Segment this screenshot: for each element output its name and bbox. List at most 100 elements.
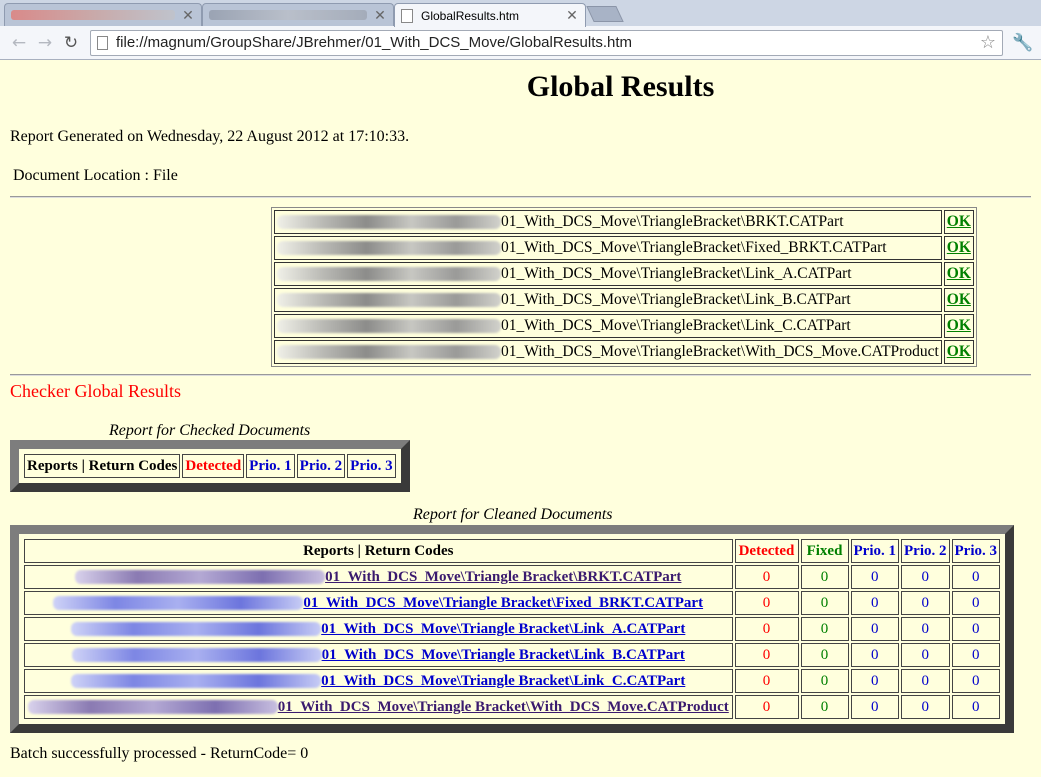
doc-path: 01_With_DCS_Move\TriangleBracket\Fixed_B… bbox=[501, 239, 887, 256]
checked-report-frame: Reports | Return Codes Detected Prio. 1 … bbox=[10, 440, 410, 492]
ok-link[interactable]: OK bbox=[947, 213, 971, 230]
reload-icon[interactable]: ↻ bbox=[58, 30, 84, 56]
table-row: 01_With_DCS_Move\TriangleBracket\With_DC… bbox=[274, 340, 974, 364]
document-location: Document Location : File bbox=[13, 167, 178, 184]
url-text[interactable]: file://magnum/GroupShare/JBrehmer/01_Wit… bbox=[116, 34, 980, 51]
ok-link[interactable]: OK bbox=[947, 343, 971, 360]
page-icon bbox=[401, 8, 413, 23]
report-link-text: 01_With_DCS_Move\Triangle Bracket\Link_B… bbox=[321, 646, 685, 663]
header-prio3: Prio. 3 bbox=[347, 454, 396, 478]
prio1-value: 0 bbox=[850, 591, 899, 615]
new-tab-button[interactable] bbox=[586, 6, 624, 22]
wrench-icon[interactable]: 🔧 bbox=[1011, 33, 1035, 53]
tab-global-results[interactable]: GlobalResults.htm ✕ bbox=[394, 3, 586, 27]
doc-link-cell: 01_With_DCS_Move\Triangle Bracket\Link_A… bbox=[24, 617, 733, 641]
close-icon[interactable]: ✕ bbox=[565, 7, 579, 24]
close-icon[interactable]: ✕ bbox=[373, 7, 387, 24]
batch-status: Batch successfully processed - ReturnCod… bbox=[10, 745, 309, 762]
doc-link-cell: 01_With_DCS_Move\Triangle Bracket\Link_B… bbox=[24, 643, 733, 667]
ok-link[interactable]: OK bbox=[947, 291, 971, 308]
report-link[interactable]: 01_With_DCS_Move\Triangle Bracket\Link_C… bbox=[71, 673, 685, 689]
divider bbox=[10, 374, 1031, 376]
prio3-value: 0 bbox=[951, 617, 1000, 641]
doc-path: 01_With_DCS_Move\TriangleBracket\Link_A.… bbox=[501, 265, 852, 282]
doc-link-cell: 01_With_DCS_Move\Triangle Bracket\Link_C… bbox=[24, 669, 733, 693]
fixed-value: 0 bbox=[800, 591, 849, 615]
doc-path: 01_With_DCS_Move\TriangleBracket\Link_C.… bbox=[501, 317, 851, 334]
tab-strip: ✕ ✕ GlobalResults.htm ✕ bbox=[0, 0, 1041, 27]
prio1-value: 0 bbox=[850, 565, 899, 589]
prio2-value: 0 bbox=[901, 643, 950, 667]
tab-1[interactable]: ✕ bbox=[4, 3, 202, 26]
page-title: Global Results bbox=[526, 70, 715, 103]
report-link[interactable]: 01_With_DCS_Move\Triangle Bracket\BRKT.C… bbox=[75, 569, 681, 585]
ok-link[interactable]: OK bbox=[947, 239, 971, 256]
table-row: 01_With_DCS_Move\Triangle Bracket\Link_B… bbox=[24, 643, 1000, 667]
status-cell: OK bbox=[943, 236, 974, 260]
doc-path: 01_With_DCS_Move\TriangleBracket\BRKT.CA… bbox=[501, 213, 844, 230]
doc-path-cell: 01_With_DCS_Move\TriangleBracket\With_DC… bbox=[274, 340, 942, 364]
doc-path-cell: 01_With_DCS_Move\TriangleBracket\BRKT.CA… bbox=[274, 210, 942, 234]
redacted-path bbox=[71, 622, 322, 637]
redacted-path bbox=[277, 319, 501, 334]
close-icon[interactable]: ✕ bbox=[181, 7, 195, 24]
checked-report-table: Reports | Return Codes Detected Prio. 1 … bbox=[22, 452, 398, 480]
generated-text: Report Generated on Wednesday, 22 August… bbox=[10, 128, 410, 145]
doc-link-cell: 01_With_DCS_Move\Triangle Bracket\With_D… bbox=[24, 695, 733, 719]
forward-arrow-icon[interactable]: → bbox=[32, 30, 58, 56]
header-prio2: Prio. 2 bbox=[296, 454, 346, 478]
redacted-path bbox=[277, 345, 501, 360]
ok-link[interactable]: OK bbox=[947, 265, 971, 282]
report-link[interactable]: 01_With_DCS_Move\Triangle Bracket\With_D… bbox=[27, 698, 729, 715]
table-row: 01_With_DCS_Move\Triangle Bracket\Link_A… bbox=[24, 617, 1000, 641]
prio2-value: 0 bbox=[901, 669, 950, 693]
checker-title: Checker Global Results bbox=[10, 381, 181, 401]
address-bar[interactable]: file://magnum/GroupShare/JBrehmer/01_Wit… bbox=[90, 29, 1003, 56]
fixed-value: 0 bbox=[800, 565, 849, 589]
report-link[interactable]: 01_With_DCS_Move\Triangle Bracket\Link_A… bbox=[71, 621, 685, 637]
prio2-value: 0 bbox=[901, 591, 950, 615]
fixed-value: 0 bbox=[800, 617, 849, 641]
cleaned-caption: Report for Cleaned Documents bbox=[413, 506, 613, 523]
detected-value: 0 bbox=[734, 643, 799, 667]
detected-value: 0 bbox=[734, 695, 799, 719]
prio3-value: 0 bbox=[951, 643, 1000, 667]
doc-path-cell: 01_With_DCS_Move\TriangleBracket\Link_A.… bbox=[274, 262, 942, 286]
table-row: 01_With_DCS_Move\Triangle Bracket\Link_C… bbox=[24, 669, 1000, 693]
redacted-path bbox=[71, 648, 322, 663]
bookmark-star-icon[interactable]: ☆ bbox=[980, 32, 996, 53]
page-icon bbox=[97, 35, 108, 50]
redacted-path bbox=[75, 570, 326, 585]
tab-2-label bbox=[209, 10, 367, 20]
ok-link[interactable]: OK bbox=[947, 317, 971, 334]
documents-table: 01_With_DCS_Move\TriangleBracket\BRKT.CA… bbox=[271, 207, 977, 367]
table-row: 01_With_DCS_Move\TriangleBracket\BRKT.CA… bbox=[274, 210, 974, 234]
detected-value: 0 bbox=[734, 591, 799, 615]
doc-link-cell: 01_With_DCS_Move\Triangle Bracket\Fixed_… bbox=[24, 591, 733, 615]
fixed-value: 0 bbox=[800, 695, 849, 719]
table-row: 01_With_DCS_Move\TriangleBracket\Link_A.… bbox=[274, 262, 974, 286]
report-link[interactable]: 01_With_DCS_Move\Triangle Bracket\Link_B… bbox=[71, 646, 685, 663]
redacted-path bbox=[277, 215, 501, 230]
prio2-value: 0 bbox=[901, 565, 950, 589]
detected-value: 0 bbox=[734, 565, 799, 589]
header-detected: Detected bbox=[734, 539, 799, 563]
doc-path-cell: 01_With_DCS_Move\TriangleBracket\Link_C.… bbox=[274, 314, 942, 338]
tab-2[interactable]: ✕ bbox=[202, 3, 394, 26]
report-link-text: 01_With_DCS_Move\Triangle Bracket\With_D… bbox=[277, 698, 729, 715]
back-arrow-icon[interactable]: ← bbox=[6, 30, 32, 56]
prio1-value: 0 bbox=[850, 695, 899, 719]
tab-1-label bbox=[11, 10, 175, 20]
table-row: 01_With_DCS_Move\TriangleBracket\Link_C.… bbox=[274, 314, 974, 338]
prio1-value: 0 bbox=[850, 669, 899, 693]
header-reports: Reports | Return Codes bbox=[24, 539, 733, 563]
header-detected: Detected bbox=[182, 454, 245, 478]
header-reports: Reports | Return Codes bbox=[24, 454, 181, 478]
fixed-value: 0 bbox=[800, 669, 849, 693]
report-link[interactable]: 01_With_DCS_Move\Triangle Bracket\Fixed_… bbox=[53, 595, 703, 611]
status-cell: OK bbox=[943, 340, 974, 364]
tab-3-label: GlobalResults.htm bbox=[421, 8, 520, 23]
fixed-value: 0 bbox=[800, 643, 849, 667]
prio3-value: 0 bbox=[951, 591, 1000, 615]
status-cell: OK bbox=[943, 210, 974, 234]
